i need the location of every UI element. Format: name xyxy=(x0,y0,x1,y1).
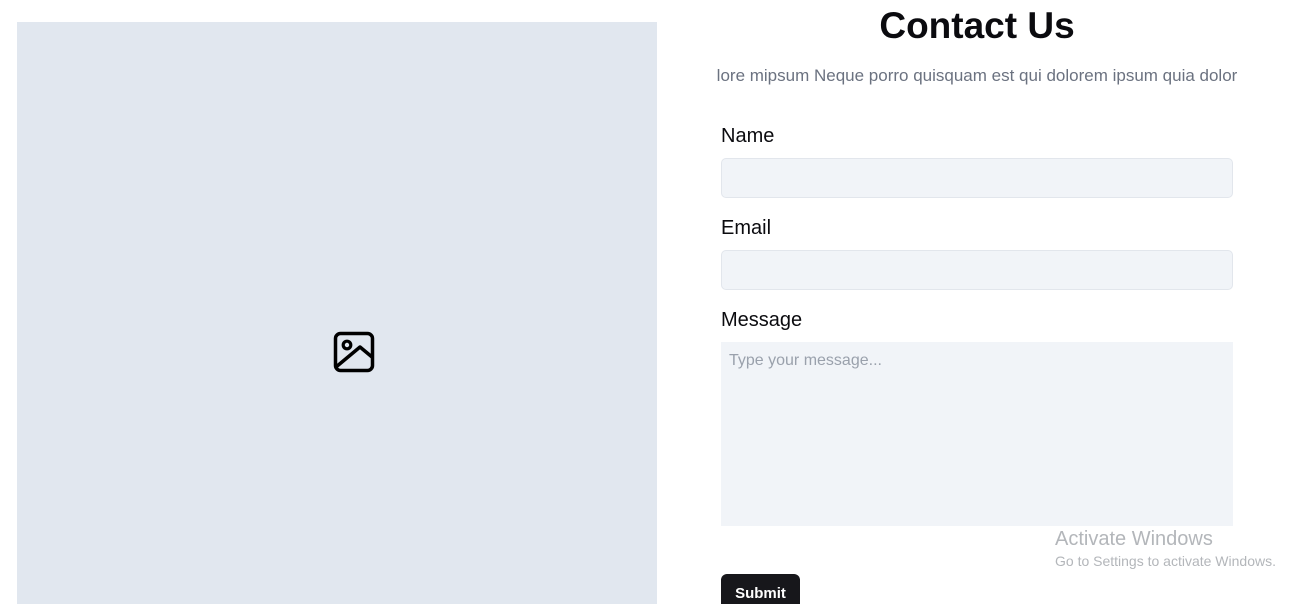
email-field[interactable] xyxy=(721,250,1233,290)
message-label: Message xyxy=(721,309,803,331)
page-title: Contact Us xyxy=(879,5,1075,46)
name-label: Name xyxy=(721,125,775,147)
name-field[interactable] xyxy=(721,158,1233,198)
submit-button[interactable]: Submit xyxy=(721,574,800,604)
watermark-subtitle: Go to Settings to activate Windows. xyxy=(1055,553,1276,569)
watermark-title: Activate Windows xyxy=(1055,528,1213,550)
page-subtitle: lore mipsum Neque porro quisquam est qui… xyxy=(716,66,1238,85)
image-placeholder xyxy=(17,22,657,604)
contact-page: Contact Us lore mipsum Neque porro quisq… xyxy=(0,0,1307,604)
activate-windows-watermark: Activate Windows Go to Settings to activ… xyxy=(1055,528,1276,570)
message-field[interactable] xyxy=(721,342,1233,526)
email-label: Email xyxy=(721,217,772,239)
image-icon xyxy=(333,331,375,373)
